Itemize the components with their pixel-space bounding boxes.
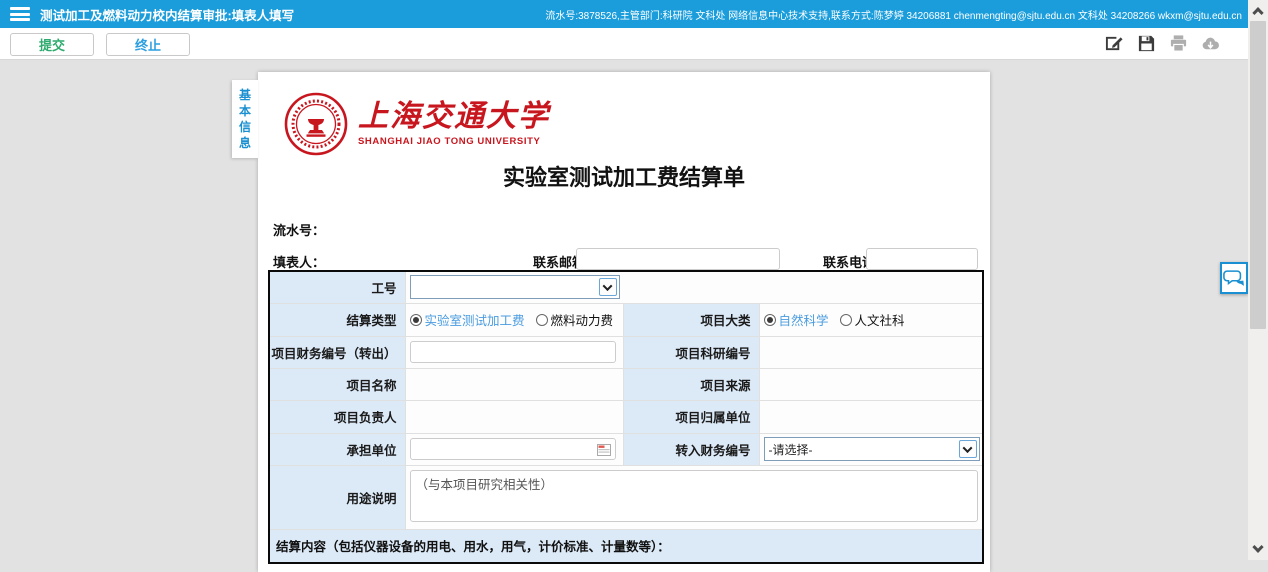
vertical-scrollbar[interactable] xyxy=(1248,0,1268,560)
leader-value xyxy=(405,400,623,433)
terminate-button[interactable]: 终止 xyxy=(106,33,190,56)
table-row: 结算类型 实验室测试加工费 燃料动力费 项目大类 自然科学 人文社科 xyxy=(269,303,983,336)
project-source-label: 项目来源 xyxy=(623,368,759,400)
form-title: 实验室测试加工费结算单 xyxy=(258,160,990,192)
table-row: 用途说明 xyxy=(269,465,983,529)
settle-content-header: 结算内容（包括仪器设备的用电、用水，用气，计价标准、计量数等）： xyxy=(269,529,983,563)
worker-id-label: 工号 xyxy=(269,271,405,303)
undertake-unit-field[interactable] xyxy=(410,438,616,460)
submit-button[interactable]: 提交 xyxy=(10,33,94,56)
table-row: 项目财务编号（转出） 项目科研编号 xyxy=(269,336,983,368)
owner-unit-value xyxy=(759,400,983,433)
download-icon[interactable] xyxy=(1201,34,1220,53)
serial-number-label: 流水号： xyxy=(273,220,325,239)
undertake-unit-label: 承担单位 xyxy=(269,433,405,465)
table-row: 结算内容（包括仪器设备的用电、用水，用气，计价标准、计量数等）： xyxy=(269,529,983,563)
research-no-label: 项目科研编号 xyxy=(623,336,759,368)
chevron-down-icon xyxy=(599,278,617,296)
finance-in-selected-value: -请选择- xyxy=(765,441,813,458)
usage-desc-label: 用途说明 xyxy=(269,465,405,529)
scroll-down-icon[interactable] xyxy=(1248,540,1268,560)
scrollbar-thumb[interactable] xyxy=(1250,21,1266,329)
settle-type-label: 结算类型 xyxy=(269,303,405,336)
worker-id-select[interactable] xyxy=(410,275,620,299)
table-row: 承担单位 转入财务编号 -请选择- xyxy=(269,433,983,465)
project-name-label: 项目名称 xyxy=(269,368,405,400)
table-row: 项目负责人 项目归属单位 xyxy=(269,400,983,433)
category-radio-science[interactable] xyxy=(764,314,776,326)
form-panel: 上海交通大学 SHANGHAI JIAO TONG UNIVERSITY 实验室… xyxy=(258,72,990,572)
settle-type-radio-lab[interactable] xyxy=(410,314,422,326)
print-icon[interactable] xyxy=(1169,34,1188,53)
tab-basic-info[interactable]: 基本信息 xyxy=(232,80,258,158)
finance-out-label: 项目财务编号（转出） xyxy=(269,336,405,368)
chevron-down-icon xyxy=(959,440,977,458)
finance-in-label: 转入财务编号 xyxy=(623,433,759,465)
filler-label: 填表人： xyxy=(273,252,325,271)
university-name-en: SHANGHAI JIAO TONG UNIVERSITY xyxy=(358,136,550,147)
phone-field[interactable] xyxy=(866,248,978,270)
sjtu-seal-icon xyxy=(284,92,348,156)
settlement-form-table: 工号 结算类型 实验室测试加工费 燃料动力费 项目大类 xyxy=(268,270,984,564)
university-name-cn: 上海交通大学 xyxy=(358,101,550,133)
finance-in-select[interactable]: -请选择- xyxy=(764,437,980,461)
finance-out-field[interactable] xyxy=(410,341,616,363)
scroll-up-icon[interactable] xyxy=(1248,0,1268,20)
category-radio-humanities[interactable] xyxy=(840,314,852,326)
category-option-science[interactable]: 自然科学 xyxy=(779,310,829,329)
email-field[interactable] xyxy=(576,248,780,270)
research-no-value xyxy=(759,336,983,368)
speech-bubbles-icon xyxy=(1223,267,1245,289)
usage-desc-field[interactable] xyxy=(410,470,978,522)
top-header-bar: 测试加工及燃料动力校内结算审批:填表人填写 流水号:3878526,主管部门:科… xyxy=(0,0,1248,28)
project-source-value xyxy=(759,368,983,400)
owner-unit-label: 项目归属单位 xyxy=(623,400,759,433)
edit-icon[interactable] xyxy=(1105,34,1124,53)
chat-button[interactable] xyxy=(1220,262,1248,294)
table-row: 项目名称 项目来源 xyxy=(269,368,983,400)
header-contact-info: 流水号:3878526,主管部门:科研院 文科处 网络信息中心技术支持,联系方式… xyxy=(545,7,1248,22)
menu-icon[interactable] xyxy=(10,7,30,21)
project-category-label: 项目大类 xyxy=(623,303,759,336)
tab-basic-info-label: 基本信息 xyxy=(239,87,252,151)
settle-type-option-lab[interactable]: 实验室测试加工费 xyxy=(425,310,525,329)
table-picker-icon[interactable] xyxy=(597,444,611,456)
app-title: 测试加工及燃料动力校内结算审批:填表人填写 xyxy=(40,5,294,24)
table-row: 工号 xyxy=(269,271,983,303)
project-name-value xyxy=(405,368,623,400)
category-option-humanities[interactable]: 人文社科 xyxy=(855,310,905,329)
settle-type-option-fuel[interactable]: 燃料动力费 xyxy=(551,310,614,329)
settle-type-radio-fuel[interactable] xyxy=(536,314,548,326)
toolbar: 提交 终止 xyxy=(0,28,1248,60)
save-icon[interactable] xyxy=(1137,34,1156,53)
leader-label: 项目负责人 xyxy=(269,400,405,433)
university-logo: 上海交通大学 SHANGHAI JIAO TONG UNIVERSITY xyxy=(284,92,550,156)
